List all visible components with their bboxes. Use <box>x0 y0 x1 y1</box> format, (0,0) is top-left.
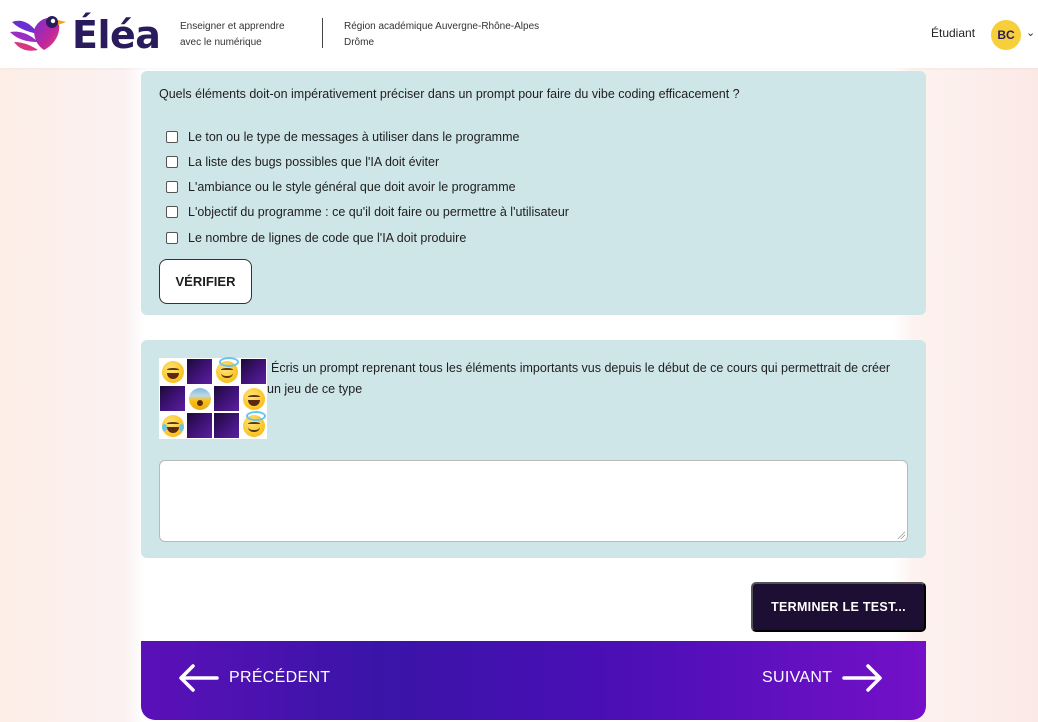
hidden-tile <box>187 413 212 438</box>
option-bugs[interactable]: La liste des bugs possibles que l'IA doi… <box>166 155 439 169</box>
option-label: L'ambiance ou le style général que doit … <box>188 180 516 194</box>
arrow-left-icon <box>177 663 219 693</box>
region-info: Région académique Auvergne-Rhône-Alpes D… <box>344 19 584 51</box>
tagline: Enseigner et apprendre avec le numérique <box>180 19 310 51</box>
option-ambiance[interactable]: L'ambiance ou le style général que doit … <box>166 180 516 194</box>
user-role: Étudiant <box>931 26 976 40</box>
verify-button[interactable]: VÉRIFIER <box>159 259 252 304</box>
bird-logo-icon <box>10 16 66 51</box>
question-text: Quels éléments doit-on impérativement pr… <box>159 87 740 101</box>
previous-label: PRÉCÉDENT <box>229 669 331 686</box>
option-tone[interactable]: Le ton ou le type de messages à utiliser… <box>166 130 519 144</box>
tears-of-joy-emoji-icon <box>159 412 186 439</box>
next-button[interactable]: SUIVANT <box>762 663 884 693</box>
multiple-choice-question: Quels éléments doit-on impérativement pr… <box>141 71 926 315</box>
resize-handle-icon[interactable] <box>897 531 905 539</box>
hidden-tile <box>187 359 212 384</box>
memory-game-image <box>159 356 267 439</box>
checkbox[interactable] <box>166 181 178 193</box>
elea-logo[interactable]: Éléa <box>8 8 164 62</box>
hidden-tile <box>160 386 185 411</box>
option-label: Le ton ou le type de messages à utiliser… <box>188 130 520 144</box>
option-objective[interactable]: L'objectif du programme : ce qu'il doit … <box>166 205 569 219</box>
prompt-instruction-text: Écris un prompt reprenant tous les éléme… <box>267 361 891 396</box>
tagline-line-1: Enseigner et apprendre <box>180 21 285 32</box>
halo-emoji-icon <box>240 410 267 439</box>
option-label: L'objectif du programme : ce qu'il doit … <box>188 205 569 219</box>
avatar[interactable]: BC <box>991 20 1021 50</box>
halo-emoji-icon <box>213 356 240 385</box>
arrow-right-icon <box>842 663 884 693</box>
page-navigation: PRÉCÉDENT SUIVANT <box>141 641 926 720</box>
prompt-instruction: Écris un prompt reprenant tous les éléme… <box>267 358 907 400</box>
option-label: Le nombre de lignes de code que l'IA doi… <box>188 231 467 245</box>
header-divider <box>322 18 323 48</box>
option-lines-of-code[interactable]: Le nombre de lignes de code que l'IA doi… <box>166 231 466 245</box>
logo-text: Éléa <box>72 13 161 57</box>
previous-button[interactable]: PRÉCÉDENT <box>177 663 330 693</box>
top-header: Éléa Enseigner et apprendre avec le numé… <box>0 0 1038 68</box>
checkbox[interactable] <box>166 156 178 168</box>
fear-emoji-icon <box>186 385 213 412</box>
prompt-writing-task: Écris un prompt reprenant tous les éléme… <box>141 340 926 558</box>
chevron-down-icon[interactable]: ⌄ <box>1026 26 1035 39</box>
checkbox[interactable] <box>166 232 178 244</box>
hidden-tile <box>214 386 239 411</box>
hidden-tile <box>214 413 239 438</box>
checkbox[interactable] <box>166 131 178 143</box>
next-label: SUIVANT <box>762 669 833 686</box>
prompt-answer-input[interactable] <box>159 460 908 542</box>
laughing-emoji-icon <box>159 358 186 385</box>
finish-test-button[interactable]: TERMINER LE TEST... <box>751 582 926 632</box>
region-line-2: Drôme <box>344 37 375 48</box>
tagline-line-2: avec le numérique <box>180 37 262 48</box>
laughing-emoji-icon <box>240 385 267 412</box>
checkbox[interactable] <box>166 206 178 218</box>
region-line-1: Région académique Auvergne-Rhône-Alpes <box>344 21 540 32</box>
option-label: La liste des bugs possibles que l'IA doi… <box>188 155 440 169</box>
